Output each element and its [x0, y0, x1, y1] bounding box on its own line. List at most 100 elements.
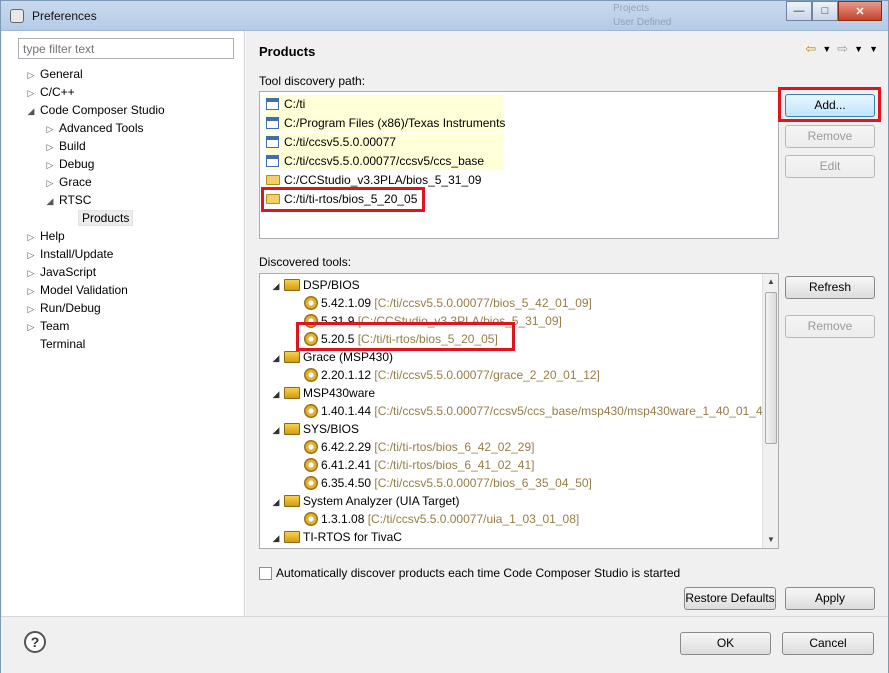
forward-menu-chevron-icon[interactable]: ▼ — [854, 41, 863, 57]
remove-tool-button[interactable]: Remove — [785, 315, 875, 338]
tree-item-label: Code Composer Studio — [40, 103, 165, 117]
tree-item-advanced-tools[interactable]: ▷ Advanced Tools — [45, 120, 144, 137]
tree-item-rtsc[interactable]: ◢ RTSC — [45, 192, 92, 210]
restore-defaults-button[interactable]: Restore Defaults — [684, 587, 776, 610]
collapsed-twisty-icon[interactable]: ▷ — [26, 283, 36, 300]
page-title: Products — [259, 44, 316, 59]
discovery-path-item[interactable]: C:/ti — [266, 95, 504, 113]
tree-item-grace[interactable]: ▷ Grace — [45, 174, 92, 191]
tool-version-row[interactable]: 1.40.1.44 [C:/ti/ccsv5.5.0.00077/ccsv5/c… — [304, 402, 773, 420]
discovery-path-text: C:/Program Files (x86)/Texas Instruments — [284, 116, 506, 130]
tool-version-row[interactable]: 6.41.2.41 [C:/ti/ti-rtos/bios_6_41_02_41… — [304, 456, 535, 474]
tool-version-row[interactable]: 2.20.1.12 [C:/ti/ccsv5.5.0.00077/grace_2… — [304, 366, 600, 384]
tool-name: 2.20.1.12 — [321, 368, 372, 382]
tool-group-row[interactable]: ◢ SYS/BIOS — [270, 420, 360, 439]
discovery-path-item[interactable]: C:/ti/ccsv5.5.0.00077/ccsv5/ccs_base — [266, 152, 504, 170]
collapsed-twisty-icon[interactable]: ▷ — [45, 139, 55, 156]
apply-button[interactable]: Apply — [785, 587, 875, 610]
tree-item-debug[interactable]: ▷ Debug — [45, 156, 95, 174]
collapsed-twisty-icon[interactable]: ▷ — [26, 229, 36, 246]
collapsed-twisty-icon[interactable]: ▷ — [26, 247, 36, 264]
back-arrow-icon[interactable]: ⇦ — [805, 41, 816, 57]
background-title-user-defined: User Defined — [613, 17, 672, 28]
tool-version-row[interactable]: 6.35.4.50 [C:/ti/ccsv5.5.0.00077/bios_6_… — [304, 474, 592, 492]
tree-item-terminal[interactable]: Terminal — [26, 336, 85, 353]
auto-discover-checkbox[interactable] — [259, 567, 272, 580]
product-group-icon — [284, 423, 300, 435]
tree-item-team[interactable]: ▷ Team — [26, 318, 70, 336]
tree-item-model-validation[interactable]: ▷ Model Validation — [26, 282, 128, 299]
tree-item-label: Model Validation — [40, 283, 128, 297]
expanded-twisty-icon[interactable]: ◢ — [45, 193, 55, 210]
tools-vertical-scrollbar[interactable]: ▲ ▼ — [762, 274, 778, 548]
tool-name: System Analyzer (UIA Target) — [303, 494, 460, 508]
tool-name: 6.42.2.29 — [321, 440, 372, 454]
tree-item-label: Install/Update — [40, 247, 114, 261]
expanded-twisty-icon[interactable]: ◢ — [270, 493, 282, 511]
discovery-path-item[interactable]: C:/ti/ccsv5.5.0.00077 — [266, 133, 504, 151]
forward-arrow-icon[interactable]: ⇨ — [837, 41, 848, 57]
tree-item-label: RTSC — [59, 193, 92, 207]
expanded-twisty-icon[interactable]: ◢ — [26, 103, 36, 120]
tool-name: TI-RTOS for TivaC — [303, 530, 402, 544]
tool-name: 6.35.4.50 — [321, 476, 372, 490]
help-icon[interactable]: ? — [24, 631, 46, 653]
tool-group-row[interactable]: ◢ System Analyzer (UIA Target) — [270, 492, 460, 510]
tree-item-help[interactable]: ▷ Help — [26, 228, 65, 245]
tool-group-row[interactable]: ◢ TI-RTOS for TivaC — [270, 528, 402, 546]
collapsed-twisty-icon[interactable]: ▷ — [26, 265, 36, 282]
tool-group-row[interactable]: ◢ DSP/BIOS — [270, 276, 360, 294]
edit-path-button[interactable]: Edit — [785, 155, 875, 178]
back-menu-chevron-icon[interactable]: ▼ — [822, 41, 831, 57]
discovered-tools-tree[interactable]: ◢ DSP/BIOS 5.42.1.09 [C:/ti/ccsv5.5.0.0007… — [259, 273, 779, 549]
ok-button[interactable]: OK — [680, 632, 771, 655]
tree-item-c-c[interactable]: ▷ C/C++ — [26, 84, 75, 101]
collapsed-twisty-icon[interactable]: ▷ — [26, 301, 36, 318]
collapsed-twisty-icon[interactable]: ▷ — [26, 67, 36, 84]
scroll-up-arrow-icon[interactable]: ▲ — [763, 274, 778, 290]
cancel-button[interactable]: Cancel — [782, 632, 874, 655]
discovery-path-label: Tool discovery path: — [259, 74, 366, 88]
tool-version-row[interactable]: 5.42.1.09 [C:/ti/ccsv5.5.0.00077/bios_5_… — [304, 294, 592, 312]
collapsed-twisty-icon[interactable]: ▷ — [26, 85, 36, 102]
collapsed-twisty-icon[interactable]: ▷ — [45, 175, 55, 192]
scrollbar-thumb[interactable] — [765, 292, 777, 444]
discovery-path-text: C:/CCStudio_v3.3PLA/bios_5_31_09 — [284, 173, 482, 187]
tool-version-row[interactable]: 1.3.1.08 [C:/ti/ccsv5.5.0.00077/uia_1_03… — [304, 510, 579, 528]
tree-item-products[interactable]: Products — [64, 210, 134, 227]
discovery-path-item[interactable]: C:/Program Files (x86)/Texas Instruments — [266, 114, 506, 132]
product-group-icon — [284, 531, 300, 543]
remove-path-button[interactable]: Remove — [785, 125, 875, 148]
tree-item-label: JavaScript — [40, 265, 97, 279]
close-button[interactable]: ✕ — [838, 1, 882, 21]
scroll-down-arrow-icon[interactable]: ▼ — [763, 532, 778, 548]
discovery-path-list[interactable]: C:/ti C:/Program Files (x86)/Texas Instru… — [259, 91, 779, 239]
tree-item-general[interactable]: ▷ General — [26, 66, 83, 83]
expanded-twisty-icon[interactable]: ◢ — [270, 385, 282, 403]
tree-item-code-composer-studio[interactable]: ◢ Code Composer Studio — [26, 102, 165, 119]
collapsed-twisty-icon[interactable]: ▷ — [45, 157, 55, 174]
collapsed-twisty-icon[interactable]: ▷ — [45, 121, 55, 138]
folder-icon — [266, 175, 280, 185]
eclipse-app-icon — [10, 9, 24, 23]
tool-group-row[interactable]: ◢ MSP430ware — [270, 384, 376, 403]
tool-name: 1.3.1.08 — [321, 512, 365, 526]
tree-item-build[interactable]: ▷ Build — [45, 138, 86, 155]
tree-item-install-update[interactable]: ▷ Install/Update — [26, 246, 114, 264]
view-menu-icon[interactable]: ▼ — [869, 41, 878, 57]
expanded-twisty-icon[interactable]: ◢ — [270, 421, 282, 439]
repository-icon — [266, 117, 279, 129]
filter-input[interactable] — [18, 38, 234, 59]
tree-item-javascript[interactable]: ▷ JavaScript — [26, 264, 97, 282]
minimize-button[interactable]: — — [786, 1, 812, 21]
refresh-button[interactable]: Refresh — [785, 276, 875, 299]
discovery-path-text: C:/ti — [284, 97, 306, 111]
tool-version-row[interactable]: 6.42.2.29 [C:/ti/ti-rtos/bios_6_42_02_29… — [304, 438, 535, 456]
maximize-button[interactable]: □ — [812, 1, 838, 21]
tree-item-run-debug[interactable]: ▷ Run/Debug — [26, 300, 101, 317]
expanded-twisty-icon[interactable]: ◢ — [270, 277, 282, 295]
expanded-twisty-icon[interactable]: ◢ — [270, 349, 282, 367]
collapsed-twisty-icon[interactable]: ▷ — [26, 319, 36, 336]
tool-name: MSP430ware — [303, 386, 376, 400]
expanded-twisty-icon[interactable]: ◢ — [270, 529, 282, 547]
